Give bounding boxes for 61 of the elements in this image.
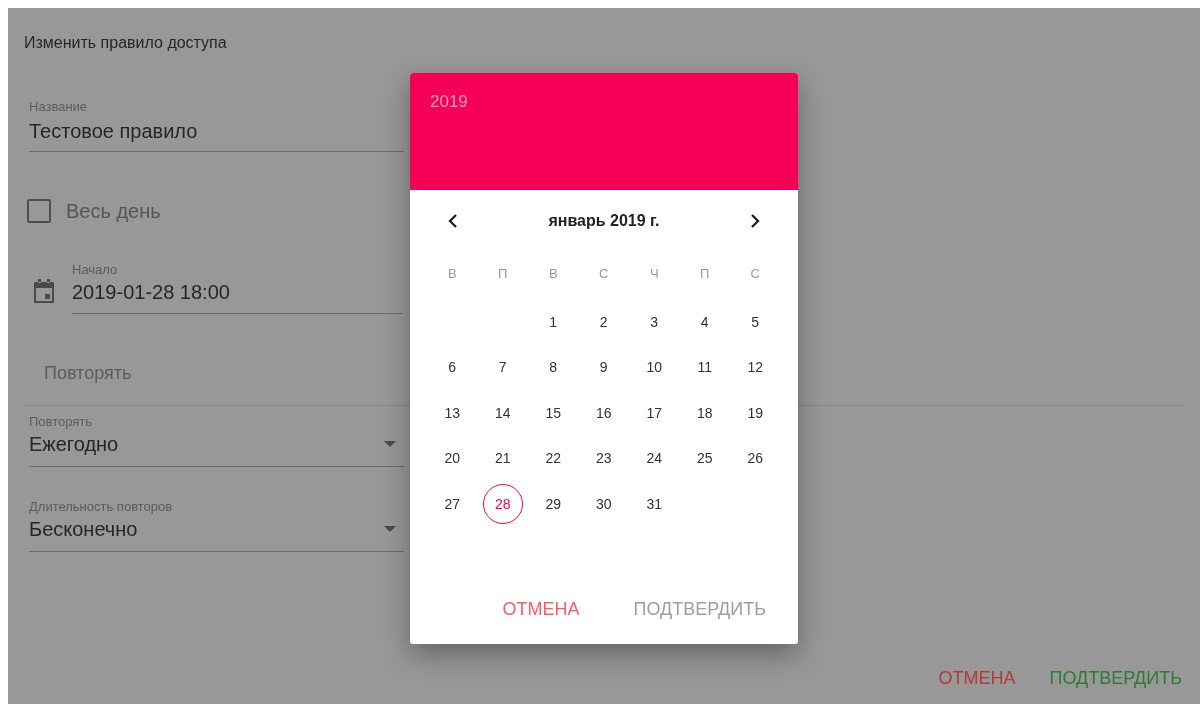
day-button[interactable]: 22: [533, 438, 574, 479]
day-button[interactable]: 11: [684, 347, 725, 388]
day-button[interactable]: 20: [432, 438, 473, 479]
day-button[interactable]: 30: [583, 483, 624, 524]
start-field[interactable]: Начало 2019-01-28 18:00: [72, 262, 403, 314]
weekday-label: В: [446, 265, 458, 281]
day-button[interactable]: 19: [735, 392, 776, 433]
field-value: Тестовое правило: [29, 119, 199, 144]
checkbox[interactable]: [27, 199, 51, 223]
day-button[interactable]: 23: [583, 438, 624, 479]
dropdown-caret-icon: [384, 526, 396, 532]
field-label: Начало: [72, 262, 119, 277]
field-value: 2019-01-28 18:00: [72, 280, 231, 305]
day-button[interactable]: 26: [735, 438, 776, 479]
day-button[interactable]: 14: [482, 392, 523, 433]
day-button[interactable]: 9: [583, 347, 624, 388]
day-button[interactable]: 15: [533, 392, 574, 433]
weekday-label: П: [497, 265, 509, 281]
weekday-label: С: [749, 265, 761, 281]
dialog-title: Изменить правило доступа: [24, 34, 227, 52]
name-field[interactable]: Название Тестовое правило: [29, 99, 404, 152]
dropdown-field[interactable]: Повторять Ежегодно: [29, 414, 404, 467]
field-label: Повторять: [29, 414, 94, 429]
day-button[interactable]: 16: [583, 392, 624, 433]
day-button[interactable]: 17: [634, 392, 675, 433]
day-button[interactable]: 3: [634, 301, 675, 342]
day-button[interactable]: 12: [735, 347, 776, 388]
chevron-right-icon: [750, 213, 760, 229]
day-button[interactable]: 29: [533, 483, 574, 524]
section-title: Повторять: [44, 362, 132, 384]
field-value: Бесконечно: [29, 517, 138, 542]
dropdown-field[interactable]: Длительность повторов Бесконечно: [29, 499, 404, 552]
dropdown-caret-icon: [384, 441, 396, 447]
day-button[interactable]: 21: [482, 438, 523, 479]
day-button[interactable]: 2: [583, 301, 624, 342]
day-button[interactable]: 7: [482, 347, 523, 388]
weekday-label: Ч: [648, 265, 660, 281]
day-button[interactable]: 27: [432, 483, 473, 524]
weekday-label: П: [699, 265, 711, 281]
day-button[interactable]: 6: [432, 347, 473, 388]
day-button[interactable]: 18: [684, 392, 725, 433]
day-button[interactable]: 5: [735, 301, 776, 342]
previous-month-button[interactable]: [448, 213, 458, 229]
day-button[interactable]: 13: [432, 392, 473, 433]
weekday-label: В: [547, 265, 559, 281]
day-button[interactable]: 10: [634, 347, 675, 388]
day-button[interactable]: 24: [634, 438, 675, 479]
calendar-icon: [32, 278, 56, 304]
chevron-left-icon: [448, 213, 458, 229]
field-label: Длительность повторов: [29, 499, 174, 514]
month-label: январь 2019 г.: [548, 212, 660, 230]
day-button[interactable]: 4: [684, 301, 725, 342]
day-button[interactable]: 8: [533, 347, 574, 388]
field-label: Название: [29, 99, 89, 114]
next-month-button[interactable]: [750, 213, 760, 229]
day-button[interactable]: 25: [684, 438, 725, 479]
field-value: Ежегодно: [29, 432, 119, 457]
day-button[interactable]: 1: [533, 301, 574, 342]
day-button[interactable]: 31: [634, 483, 675, 524]
weekday-label: С: [598, 265, 610, 281]
checkbox-label: Весь день: [66, 199, 161, 223]
